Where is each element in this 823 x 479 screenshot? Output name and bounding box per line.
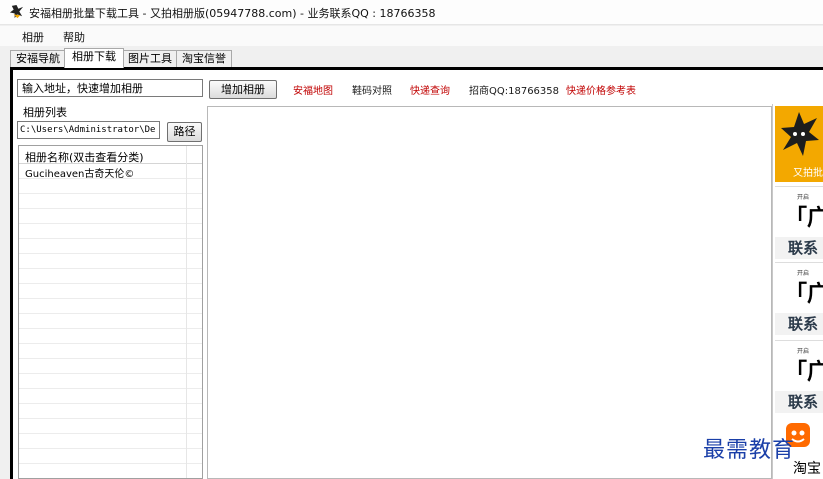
- ad-contact-text: 联系: [775, 391, 823, 413]
- ad-contact-text: 联系: [775, 237, 823, 259]
- empty-row: [19, 359, 202, 374]
- link-map[interactable]: 安福地图: [293, 82, 333, 97]
- logo-caption: 又拍批: [793, 168, 823, 179]
- table-row[interactable]: Guciheaven古奇天伦©: [19, 164, 202, 180]
- watermark: 最需教育: [703, 438, 796, 463]
- empty-row: [19, 329, 202, 344]
- link-express-query[interactable]: 快递查询: [410, 82, 450, 97]
- path-input[interactable]: [17, 121, 160, 139]
- empty-row: [19, 209, 202, 224]
- tab-strip: 安福导航 相册下载 图片工具 淘宝信誉: [0, 48, 823, 68]
- album-list-header[interactable]: 相册名称(双击查看分类): [19, 146, 202, 164]
- empty-row: [19, 404, 202, 419]
- ad-big-text: 「广: [785, 359, 823, 385]
- ad-sidebar: 又拍批 开启 「广 联系 开启 「广 联系 开启 「广 联系 淘宝: [772, 104, 823, 479]
- link-recruit-qq[interactable]: 招商QQ:18766358: [469, 82, 559, 97]
- taobao-label: 淘宝: [793, 461, 821, 477]
- empty-row: [19, 314, 202, 329]
- empty-row: [19, 464, 202, 478]
- column-divider: [186, 146, 187, 478]
- album-list[interactable]: 相册名称(双击查看分类) Guciheaven古奇天伦©: [18, 145, 203, 479]
- empty-row: [19, 299, 202, 314]
- ad-banner[interactable]: 开启 「广 联系: [775, 262, 823, 337]
- logo-ad[interactable]: 又拍批: [775, 106, 823, 182]
- link-shoe-size[interactable]: 鞋码对照: [352, 82, 392, 97]
- empty-row: [19, 374, 202, 389]
- empty-row: [19, 434, 202, 449]
- ad-banner[interactable]: 开启 「广 联系: [775, 340, 823, 415]
- tab-taobao-credit[interactable]: 淘宝信誉: [176, 50, 232, 67]
- menu-album[interactable]: 相册: [22, 29, 44, 45]
- empty-row: [19, 269, 202, 284]
- column-header-album-name: 相册名称(双击查看分类): [25, 151, 144, 164]
- mascot-icon: [781, 112, 819, 156]
- ad-big-text: 「广: [785, 281, 823, 307]
- menu-bar: 相册 帮助: [0, 26, 823, 46]
- ad-contact-text: 联系: [775, 313, 823, 335]
- ad-banner[interactable]: 开启 「广 联系: [775, 186, 823, 261]
- empty-row: [19, 179, 202, 194]
- empty-row: [19, 239, 202, 254]
- tab-image-tools[interactable]: 图片工具: [122, 50, 178, 67]
- link-express-price[interactable]: 快递价格参考表: [566, 82, 636, 97]
- empty-row: [19, 419, 202, 434]
- path-button[interactable]: 路径: [167, 122, 202, 142]
- empty-row: [19, 224, 202, 239]
- window-title: 安福相册批量下载工具 - 又拍相册版(05947788.com) - 业务联系Q…: [29, 7, 436, 20]
- tab-album-download[interactable]: 相册下载: [64, 48, 124, 68]
- ad-big-text: 「广: [785, 205, 823, 231]
- empty-row: [19, 194, 202, 209]
- add-album-button[interactable]: 增加相册: [209, 80, 277, 99]
- menu-help[interactable]: 帮助: [63, 29, 85, 45]
- empty-row: [19, 284, 202, 299]
- album-content-panel[interactable]: [207, 106, 772, 479]
- empty-row: [19, 254, 202, 269]
- title-bar: 安福相册批量下载工具 - 又拍相册版(05947788.com) - 业务联系Q…: [0, 0, 823, 25]
- app-icon: [9, 4, 24, 19]
- album-name: Guciheaven古奇天伦©: [25, 169, 135, 180]
- empty-row: [19, 344, 202, 359]
- empty-row: [19, 449, 202, 464]
- album-list-label: 相册列表: [23, 106, 67, 119]
- empty-row: [19, 389, 202, 404]
- tab-navigation[interactable]: 安福导航: [10, 50, 66, 67]
- url-input[interactable]: [17, 79, 203, 97]
